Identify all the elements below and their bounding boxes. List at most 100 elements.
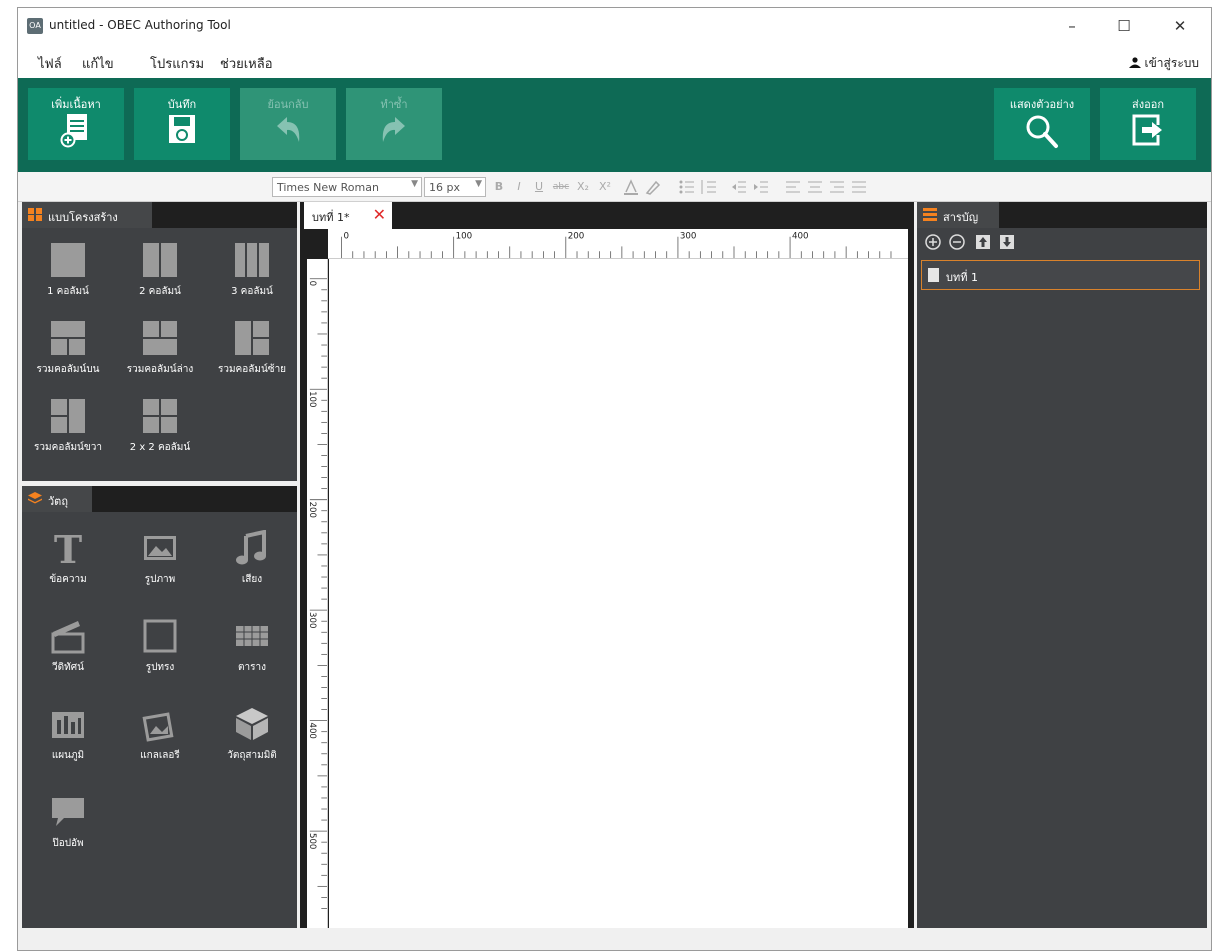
toc-item-label: บทที่ 1 xyxy=(946,271,978,284)
object-item[interactable]: ตาราง xyxy=(206,618,298,675)
objects-panel-tab[interactable]: วัตถุ xyxy=(22,486,92,512)
layout-item[interactable]: รวมคอลัมน์บน xyxy=(22,320,114,377)
highlight-icon[interactable] xyxy=(644,178,662,196)
toc-item[interactable]: บทที่ 1 xyxy=(921,260,1200,290)
cube-icon xyxy=(236,708,268,740)
shape-icon xyxy=(143,619,177,653)
ruler-label: 0 xyxy=(343,232,349,242)
italic-button[interactable]: I xyxy=(512,178,526,196)
new-content-button[interactable]: เพิ่มเนื้อหา xyxy=(28,88,124,160)
layout-item[interactable]: รวมคอลัมน์ล่าง xyxy=(114,320,206,377)
numbered-list-icon[interactable] xyxy=(700,178,718,196)
clapper-icon xyxy=(51,621,85,654)
two-column-icon xyxy=(143,243,177,277)
toc-panel-tab[interactable]: สารบัญ xyxy=(917,202,999,228)
object-item[interactable]: วีดิทัศน์ xyxy=(22,618,114,675)
objects-panel-header: วัตถุ xyxy=(22,486,297,512)
login-button[interactable]: เข้าสู่ระบบ xyxy=(1128,54,1199,73)
ruler-label: 200 xyxy=(568,232,585,242)
object-item-label: ตาราง xyxy=(238,662,266,673)
move-down-icon[interactable] xyxy=(999,234,1015,250)
preview-button[interactable]: แสดงตัวอย่าง xyxy=(994,88,1090,160)
bullet-list-icon[interactable] xyxy=(678,178,696,196)
object-item[interactable]: เสียง xyxy=(206,530,298,587)
save-label: บันทึก xyxy=(167,98,197,111)
chart-icon xyxy=(52,712,84,738)
font-size-select[interactable]: 16 px ▼ xyxy=(424,177,486,197)
layout-item-label: 2 คอลัมน์ xyxy=(139,286,181,297)
layout-item[interactable]: รวมคอลัมน์ขวา xyxy=(22,398,114,455)
export-button[interactable]: ส่งออก xyxy=(1100,88,1196,160)
object-item[interactable]: รูปภาพ xyxy=(114,530,206,587)
object-item[interactable]: ป๊อปอัพ xyxy=(22,794,114,851)
superscript-button[interactable]: X² xyxy=(596,178,614,196)
layout-panel-tab[interactable]: แบบโครงสร้าง xyxy=(22,202,152,228)
music-icon xyxy=(236,530,266,565)
document-area: บทที่ 1* ✕ 0 100 200 300 400 0 100 200 300 400 50… xyxy=(300,202,914,928)
menu-bar: ไฟล์ แก้ไข โปรแกรม ช่วยเหลือ เข้าสู่ระบบ xyxy=(18,46,1211,78)
document-tab-label: บทที่ 1* xyxy=(312,211,350,224)
strikethrough-button[interactable]: abc xyxy=(550,178,572,196)
save-button[interactable]: บันทึก xyxy=(134,88,230,160)
font-color-icon[interactable] xyxy=(622,178,640,196)
align-right-icon[interactable] xyxy=(828,178,846,196)
ruler-label: 300 xyxy=(680,232,697,242)
object-item-label: แผนภูมิ xyxy=(51,750,85,761)
object-item[interactable]: แกลเลอรี xyxy=(114,706,206,763)
align-justify-icon[interactable] xyxy=(850,178,868,196)
horizontal-ruler: 0 100 200 300 400 xyxy=(328,229,908,259)
text-icon: T xyxy=(54,530,82,566)
object-item[interactable]: รูปทรง xyxy=(114,618,206,675)
page-canvas[interactable] xyxy=(329,259,908,928)
subscript-button[interactable]: X₂ xyxy=(574,178,592,196)
undo-label: ย้อนกลับ xyxy=(267,98,309,111)
layout-item[interactable]: 2 x 2 คอลัมน์ xyxy=(114,398,206,455)
redo-button[interactable]: ทำซ้ำ xyxy=(346,88,442,160)
close-window-button[interactable]: ✕ xyxy=(1168,16,1192,36)
ruler-label: 200 xyxy=(307,502,317,518)
menu-help[interactable]: ช่วยเหลือ xyxy=(220,53,273,74)
app-window: OA untitled - OBEC Authoring Tool – ☐ ✕ … xyxy=(17,7,1212,951)
redo-arrow-icon xyxy=(382,117,405,142)
layout-item[interactable]: 1 คอลัมน์ xyxy=(22,242,114,299)
layout-item[interactable]: รวมคอลัมน์ซ้าย xyxy=(206,320,298,377)
maximize-button[interactable]: ☐ xyxy=(1112,16,1136,36)
status-bar xyxy=(18,928,1211,950)
layout-item[interactable]: 3 คอลัมน์ xyxy=(206,242,298,299)
export-label: ส่งออก xyxy=(1132,98,1164,111)
object-item[interactable]: แผนภูมิ xyxy=(22,706,114,763)
list-icon xyxy=(923,208,937,221)
object-item[interactable]: วัตถุสามมิติ xyxy=(206,706,298,763)
layout-item-label: รวมคอลัมน์ซ้าย xyxy=(217,364,287,375)
ruler-label: 400 xyxy=(792,232,809,242)
user-icon xyxy=(1128,57,1141,68)
undo-button[interactable]: ย้อนกลับ xyxy=(240,88,336,160)
menu-program[interactable]: โปรแกรม xyxy=(150,53,204,74)
add-document-icon xyxy=(60,114,87,148)
layout-item[interactable]: 2 คอลัมน์ xyxy=(114,242,206,299)
chevron-down-icon: ▼ xyxy=(411,179,418,189)
new-content-label: เพิ่มเนื้อหา xyxy=(51,98,101,111)
close-tab-icon[interactable]: ✕ xyxy=(373,205,386,224)
move-up-icon[interactable] xyxy=(975,234,991,250)
bold-button[interactable]: B xyxy=(492,178,506,196)
page-icon xyxy=(928,268,939,282)
minimize-button[interactable]: – xyxy=(1060,16,1084,36)
indent-icon[interactable] xyxy=(752,178,770,196)
ruler-label: 400 xyxy=(307,723,317,739)
add-page-icon[interactable] xyxy=(925,234,941,250)
underline-button[interactable]: U xyxy=(532,178,546,196)
merge-right-icon xyxy=(51,399,85,433)
outdent-icon[interactable] xyxy=(730,178,748,196)
document-tab[interactable]: บทที่ 1* ✕ xyxy=(304,202,392,229)
remove-page-icon[interactable] xyxy=(949,234,965,250)
menu-edit[interactable]: แก้ไข xyxy=(82,53,114,74)
object-item[interactable]: T ข้อความ xyxy=(22,530,114,587)
align-center-icon[interactable] xyxy=(806,178,824,196)
floppy-disk-icon xyxy=(169,115,195,143)
align-left-icon[interactable] xyxy=(784,178,802,196)
chevron-down-icon: ▼ xyxy=(475,179,482,189)
menu-file[interactable]: ไฟล์ xyxy=(38,53,62,74)
font-family-select[interactable]: Times New Roman ▼ xyxy=(272,177,422,197)
ribbon-toolbar: เพิ่มเนื้อหา บันทึก ย้อนกลับ ทำซ้ำ แสดงต… xyxy=(18,78,1211,172)
